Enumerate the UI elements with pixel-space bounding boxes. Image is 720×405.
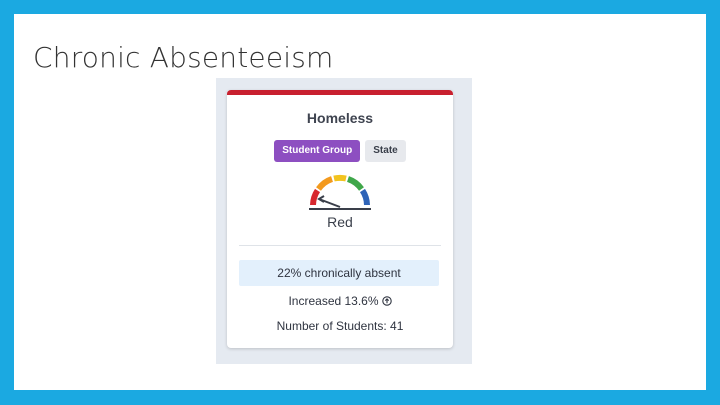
student-count: Number of Students: 41	[276, 319, 404, 333]
chronic-absence-rate: 22% chronically absent	[239, 260, 439, 286]
dashboard-panel: Homeless Student Group State Red 22% chr…	[216, 78, 472, 364]
gauge-segment-yellow	[333, 174, 347, 182]
gauge-segment-red	[310, 188, 321, 206]
performance-gauge-icon	[309, 174, 371, 210]
slide-title: Chronic Absenteeism	[33, 41, 334, 74]
tab-student-group[interactable]: Student Group	[274, 140, 361, 162]
divider	[239, 245, 441, 246]
slide: Chronic Absenteeism Homeless Student Gro…	[14, 14, 706, 390]
view-tabs: Student Group State	[227, 140, 453, 162]
arrow-up-circle-icon	[381, 296, 392, 306]
status-color-bar	[227, 90, 453, 95]
gauge-segment-orange	[316, 176, 334, 191]
status-label: Red	[327, 214, 353, 230]
change-row: Increased 13.6%	[227, 294, 453, 308]
tab-state[interactable]: State	[365, 140, 406, 162]
change-text: Increased 13.6%	[288, 294, 379, 308]
gauge-segment-blue	[359, 188, 370, 206]
gauge-segment-green	[346, 176, 364, 191]
indicator-card: Homeless Student Group State Red 22% chr…	[227, 90, 453, 348]
card-title: Homeless	[306, 110, 374, 126]
